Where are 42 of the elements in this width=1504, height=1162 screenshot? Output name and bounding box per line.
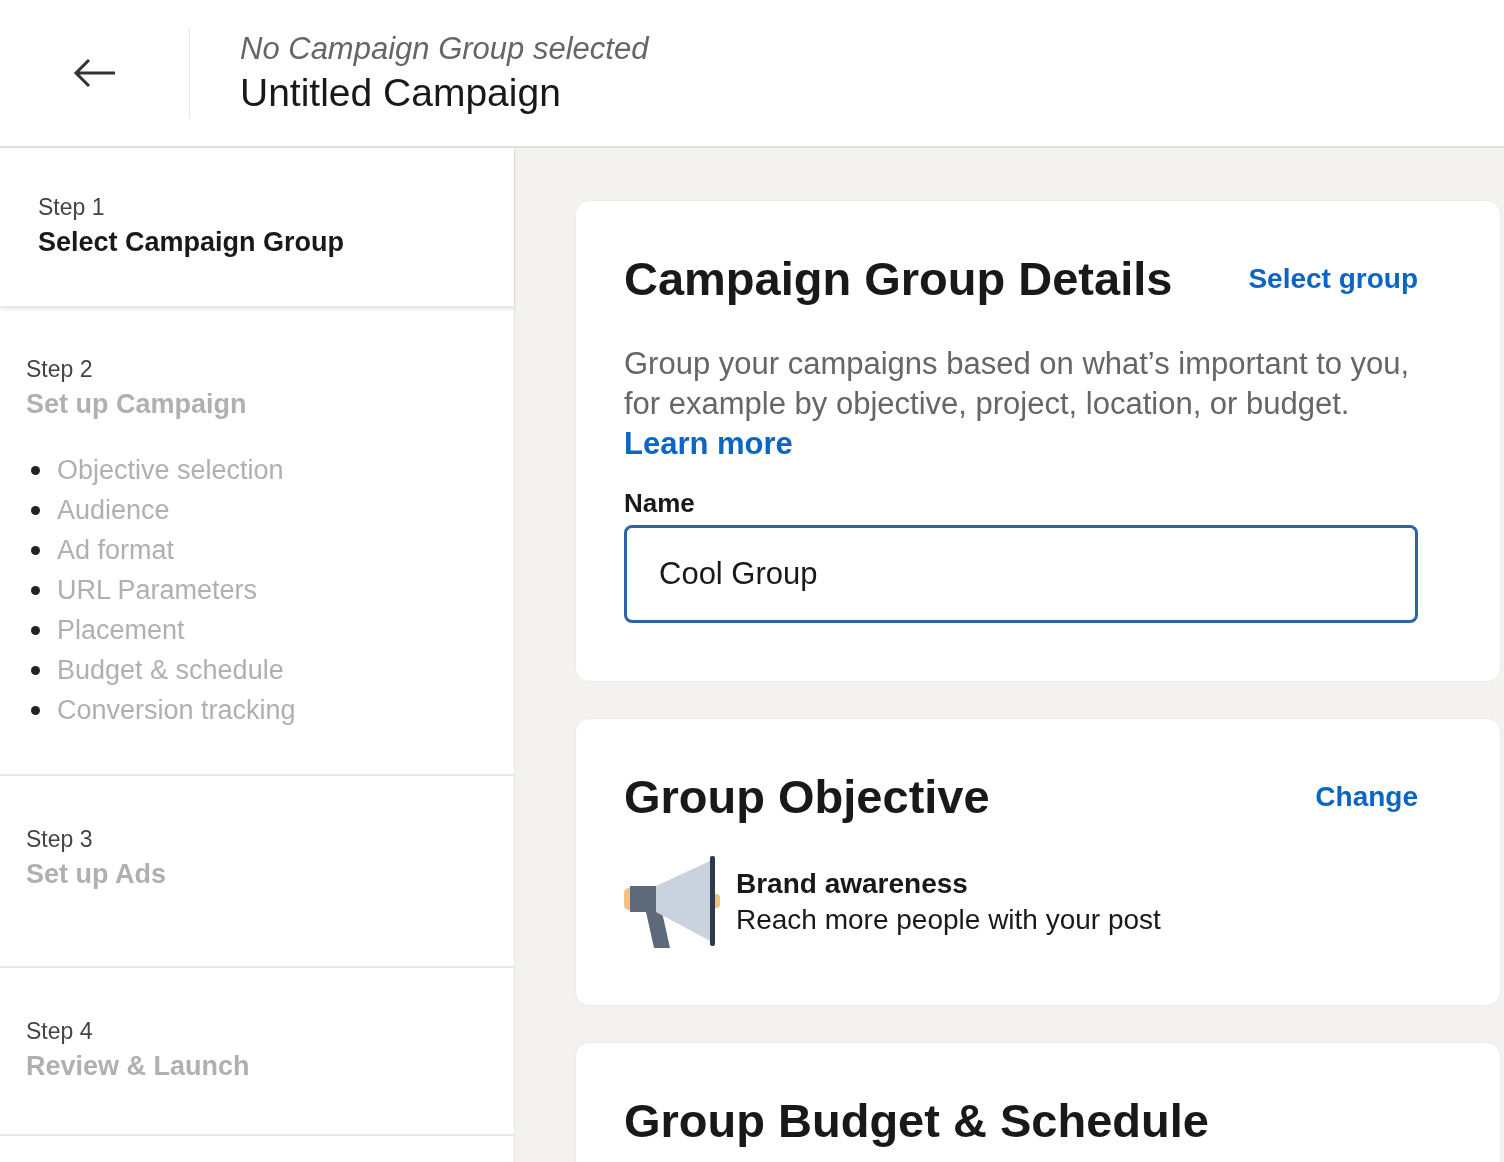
- substep-item: Audience: [57, 494, 170, 526]
- change-link[interactable]: Change: [1315, 780, 1418, 813]
- substep-item: URL Parameters: [57, 574, 258, 606]
- step-number: Step 1: [38, 194, 106, 221]
- bullet-icon: [31, 665, 40, 675]
- step-section[interactable]: Step 3 Set up Ads: [0, 776, 514, 968]
- learn-more-link[interactable]: Learn more: [624, 426, 793, 461]
- step-number: Step 2: [26, 356, 94, 383]
- substep-item: Conversion tracking: [57, 694, 296, 726]
- back-arrow-icon: [72, 58, 117, 88]
- substep-item: Objective selection: [57, 454, 284, 486]
- bullet-icon: [31, 505, 40, 515]
- campaign-group-subtitle: No Campaign Group selected: [240, 31, 649, 67]
- megaphone-icon: [624, 856, 720, 948]
- objective-description: Reach more people with your post: [736, 904, 1161, 936]
- step-title: Review & Launch: [26, 1051, 251, 1082]
- field-label: Name: [624, 488, 696, 519]
- select-group-link[interactable]: Select group: [1248, 262, 1418, 295]
- step-number: Step 4: [26, 1018, 94, 1045]
- substep-item: Placement: [57, 614, 185, 646]
- step-number: Step 3: [26, 826, 94, 853]
- name-input-field[interactable]: Cool Group: [624, 525, 1418, 623]
- step-section[interactable]: Step 2 Set up Campaign Objective selection Audience Ad format URL Parameters Placement Budget & schedule Conversion tracking: [0, 308, 514, 776]
- campaign-title: Untitled Campaign: [240, 71, 562, 115]
- step-title: Set up Ads: [26, 859, 167, 890]
- bullet-icon: [31, 625, 40, 635]
- card-title: Campaign Group Details: [624, 251, 1173, 306]
- bullet-icon: [31, 585, 40, 595]
- back-button[interactable]: [72, 58, 117, 88]
- description-text: Group your campaigns based on what’s important to you, for example by objective, project, location, or budget. Learn more: [624, 345, 1411, 463]
- substep-item: Ad format: [57, 534, 175, 566]
- bullet-icon: [31, 545, 40, 555]
- card-title: Group Budget & Schedule: [624, 1093, 1210, 1148]
- bullet-icon: [31, 465, 40, 475]
- objective-name: Brand awareness: [736, 868, 969, 900]
- step-section[interactable]: Step 1 Select Campaign Group: [0, 148, 514, 308]
- step-title: Select Campaign Group: [38, 227, 346, 258]
- step-title: Set up Campaign: [26, 389, 248, 420]
- step-section[interactable]: Step 4 Review & Launch: [0, 968, 514, 1136]
- substep-item: Budget & schedule: [57, 654, 284, 686]
- card-title: Group Objective: [624, 769, 990, 824]
- bullet-icon: [31, 705, 40, 715]
